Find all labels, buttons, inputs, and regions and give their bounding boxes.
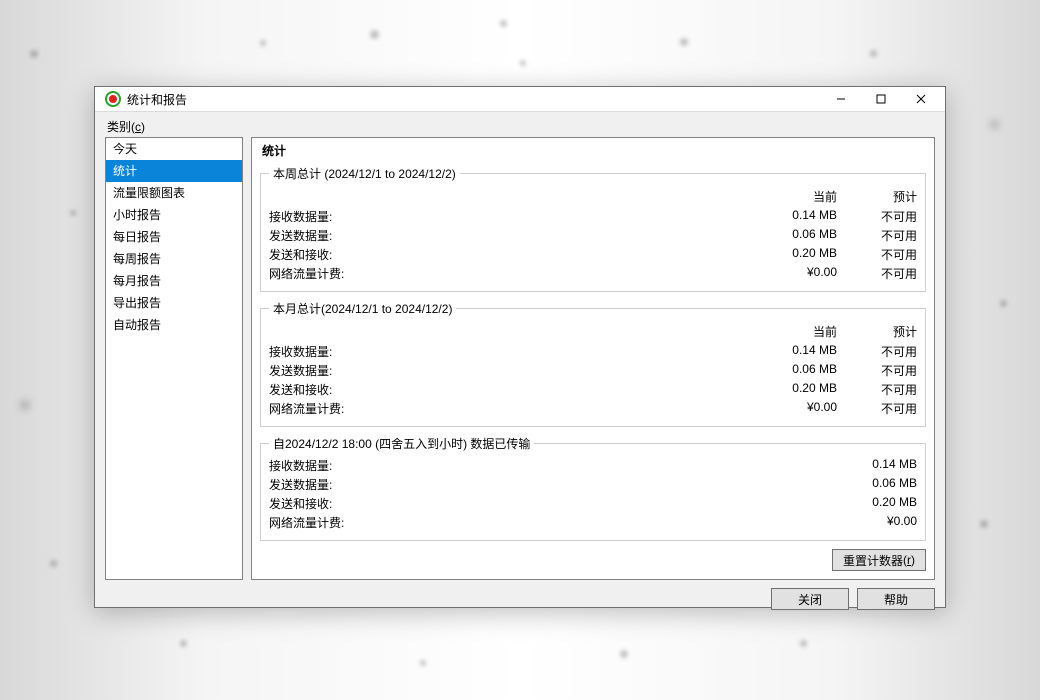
- sidebar-item-8[interactable]: 自动报告: [106, 314, 242, 336]
- weekly-legend: 本周总计 (2024/12/1 to 2024/12/2): [269, 165, 460, 182]
- app-icon: [105, 91, 121, 107]
- monthly-group: 本月总计(2024/12/1 to 2024/12/2) 当前 预计 接收数据量…: [260, 300, 926, 427]
- row-cost: 网络流量计费:: [269, 264, 757, 283]
- col-current: 当前: [757, 186, 837, 207]
- titlebar[interactable]: 统计和报告: [95, 87, 945, 112]
- weekly-group: 本周总计 (2024/12/1 to 2024/12/2) 当前 预计 接收数据…: [260, 165, 926, 292]
- col-projected: 预计: [837, 186, 917, 207]
- monthly-legend: 本月总计(2024/12/1 to 2024/12/2): [269, 300, 456, 317]
- sidebar-label: 类别(c): [105, 118, 935, 137]
- since-group: 自2024/12/2 18:00 (四舍五入到小时) 数据已传输 接收数据量: …: [260, 435, 926, 541]
- maximize-button[interactable]: [861, 87, 901, 111]
- stats-panel: 统计 本周总计 (2024/12/1 to 2024/12/2) 当前 预计 接…: [251, 137, 935, 580]
- sidebar-item-0[interactable]: 今天: [106, 138, 242, 160]
- since-legend: 自2024/12/2 18:00 (四舍五入到小时) 数据已传输: [269, 435, 534, 452]
- sidebar-item-6[interactable]: 每月报告: [106, 270, 242, 292]
- sidebar-item-5[interactable]: 每周报告: [106, 248, 242, 270]
- close-button[interactable]: [901, 87, 941, 111]
- window-title: 统计和报告: [127, 91, 821, 108]
- sidebar-item-3[interactable]: 小时报告: [106, 204, 242, 226]
- row-both: 发送和接收:: [269, 245, 757, 264]
- reset-counter-button[interactable]: 重置计数器(r): [832, 549, 926, 571]
- sidebar-item-1[interactable]: 统计: [106, 160, 242, 182]
- close-dialog-button[interactable]: 关闭: [771, 588, 849, 610]
- dialog-footer: 关闭 帮助: [105, 580, 935, 610]
- sidebar-item-2[interactable]: 流量限额图表: [106, 182, 242, 204]
- row-send: 发送数据量:: [269, 226, 757, 245]
- category-list[interactable]: 今天统计流量限额图表小时报告每日报告每周报告每月报告导出报告自动报告: [105, 137, 243, 580]
- panel-title: 统计: [262, 142, 926, 159]
- stats-window: 统计和报告 类别(c) 今天统计流量限额图表小时报告每日报告每周报告每月报告导出…: [94, 86, 946, 608]
- sidebar-item-7[interactable]: 导出报告: [106, 292, 242, 314]
- sidebar-item-4[interactable]: 每日报告: [106, 226, 242, 248]
- minimize-button[interactable]: [821, 87, 861, 111]
- row-recv: 接收数据量:: [269, 207, 757, 226]
- help-button[interactable]: 帮助: [857, 588, 935, 610]
